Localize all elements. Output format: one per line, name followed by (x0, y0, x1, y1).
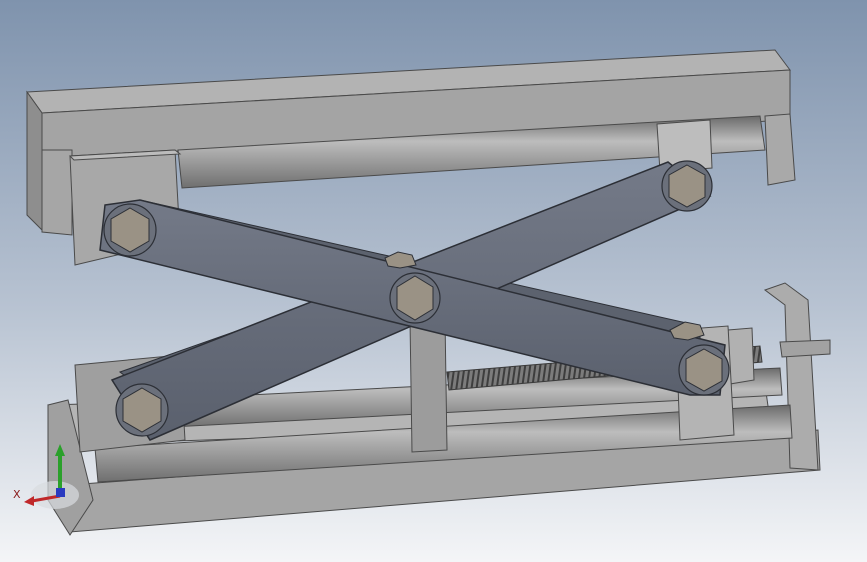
lead-screw-shaft-end (779, 339, 831, 358)
top-frame-left-end (26, 90, 43, 232)
pivot-bolt-bottom-right (678, 344, 730, 396)
pivot-bolt-bottom-left (115, 383, 169, 437)
lead-screw-nut (727, 327, 755, 385)
pivot-bolt-top-right (661, 160, 713, 212)
x-axis-label: X (13, 488, 21, 501)
pivot-bolt-top-left (103, 203, 157, 257)
top-frame-left-end-front (41, 149, 73, 236)
cad-viewport[interactable]: X (0, 0, 867, 562)
center-post (409, 317, 448, 453)
scissor-jack-model[interactable] (0, 0, 867, 562)
top-frame-right-end (764, 113, 796, 186)
pivot-bolt-center (389, 272, 441, 324)
